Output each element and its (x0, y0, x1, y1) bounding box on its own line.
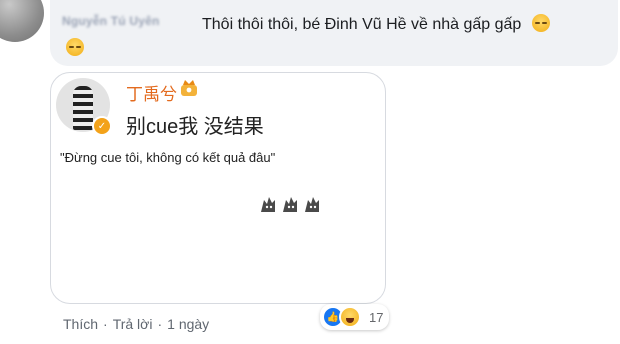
profile-name: 丁禹兮 (126, 85, 177, 104)
reaction-count: 17 (369, 309, 384, 325)
haha-icon (339, 306, 361, 328)
translation-caption: "Đừng cue tôi, không có kết quả đâu" (60, 150, 276, 165)
avatar-person (73, 86, 93, 130)
sticker-row (258, 194, 322, 214)
dog-sticker-icon (283, 197, 297, 212)
comment-text-content: Thôi thôi thôi, bé Đinh Vũ Hề về nhà gấp… (202, 16, 522, 33)
comment-bubble: Nguyễn Tú Uyên Thôi thôi thôi, bé Đinh V… (50, 0, 618, 66)
crown-badge-icon (181, 80, 197, 96)
verified-badge-icon: ✓ (92, 116, 112, 136)
separator-dot: · (103, 316, 108, 332)
like-button[interactable]: Thích (63, 316, 98, 332)
comment-text: Thôi thôi thôi, bé Đinh Vũ Hề về nhà gấp… (202, 14, 550, 34)
sleepy-face-icon (66, 38, 84, 56)
dog-sticker-icon (261, 197, 275, 212)
commenter-avatar[interactable] (0, 0, 44, 42)
reaction-summary[interactable]: 👍 17 (320, 304, 390, 330)
reply-button[interactable]: Trả lời (113, 316, 153, 332)
comment-timestamp[interactable]: 1 ngày (167, 316, 209, 332)
sleepy-face-icon (531, 14, 550, 32)
dog-sticker-icon (305, 197, 319, 212)
comment-author[interactable]: Nguyễn Tú Uyên (62, 14, 159, 28)
separator-dot: · (157, 316, 163, 332)
comment-actions: Thích · Trả lời · 1 ngày (63, 316, 209, 332)
profile-status: 别cue我 没结果 (126, 116, 264, 138)
